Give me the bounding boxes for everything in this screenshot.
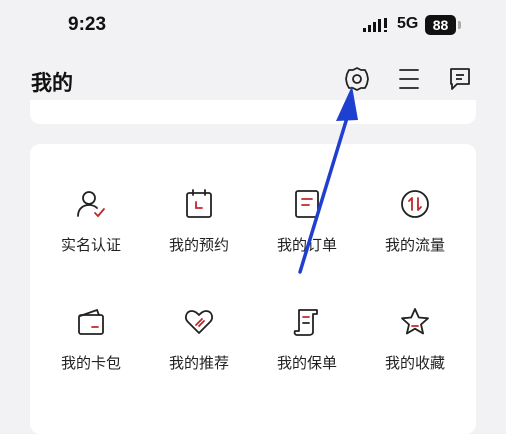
grid-label: 我的收藏 [384, 354, 445, 372]
grid-item-orders[interactable]: 我的订单 [257, 188, 357, 278]
recommend-icon [185, 310, 213, 334]
calendar-icon [186, 189, 212, 218]
grid-item-real-name[interactable]: 实名认证 [41, 188, 141, 278]
settings-icon[interactable] [343, 65, 371, 93]
status-bar: 9:23 5G 88 [0, 0, 506, 50]
grid-item-wallet[interactable]: 我的卡包 [41, 306, 141, 396]
grid-item-data-flow[interactable]: 我的流量 [365, 188, 465, 278]
status-time: 9:23 [68, 14, 107, 35]
grid-item-favorites[interactable]: 我的收藏 [365, 306, 465, 396]
grid-label: 我的推荐 [168, 354, 229, 372]
grid-label: 我的预约 [168, 236, 229, 254]
message-icon[interactable] [446, 65, 474, 93]
battery-icon: 88 [425, 15, 463, 35]
wallet-icon [78, 308, 104, 335]
grid-item-policy[interactable]: 我的保单 [257, 306, 357, 396]
grid-label: 我的保单 [276, 354, 337, 372]
menu-icon[interactable] [395, 65, 423, 93]
page-title: 我的 [31, 71, 73, 95]
star-icon [401, 308, 429, 335]
grid-label: 我的流量 [384, 236, 445, 254]
battery-level: 88 [425, 15, 456, 35]
page-header: 我的 [0, 55, 506, 105]
grid-label: 实名认证 [60, 236, 121, 254]
grid-label: 我的卡包 [60, 354, 121, 372]
grid-item-appointment[interactable]: 我的预约 [149, 188, 249, 278]
data-flow-icon [401, 190, 429, 218]
order-icon [295, 190, 319, 218]
grid-label: 我的订单 [276, 236, 337, 254]
signal-icon [363, 18, 387, 32]
policy-icon [293, 309, 318, 336]
grid-item-recommend[interactable]: 我的推荐 [149, 306, 249, 396]
network-type: 5G [397, 15, 419, 32]
top-card [30, 100, 476, 124]
services-card: 实名认证 我的预约 我的订单 我的流量 我的卡包 我的推荐 我的保单 我的收藏 [30, 144, 476, 434]
user-verify-icon [77, 191, 105, 218]
